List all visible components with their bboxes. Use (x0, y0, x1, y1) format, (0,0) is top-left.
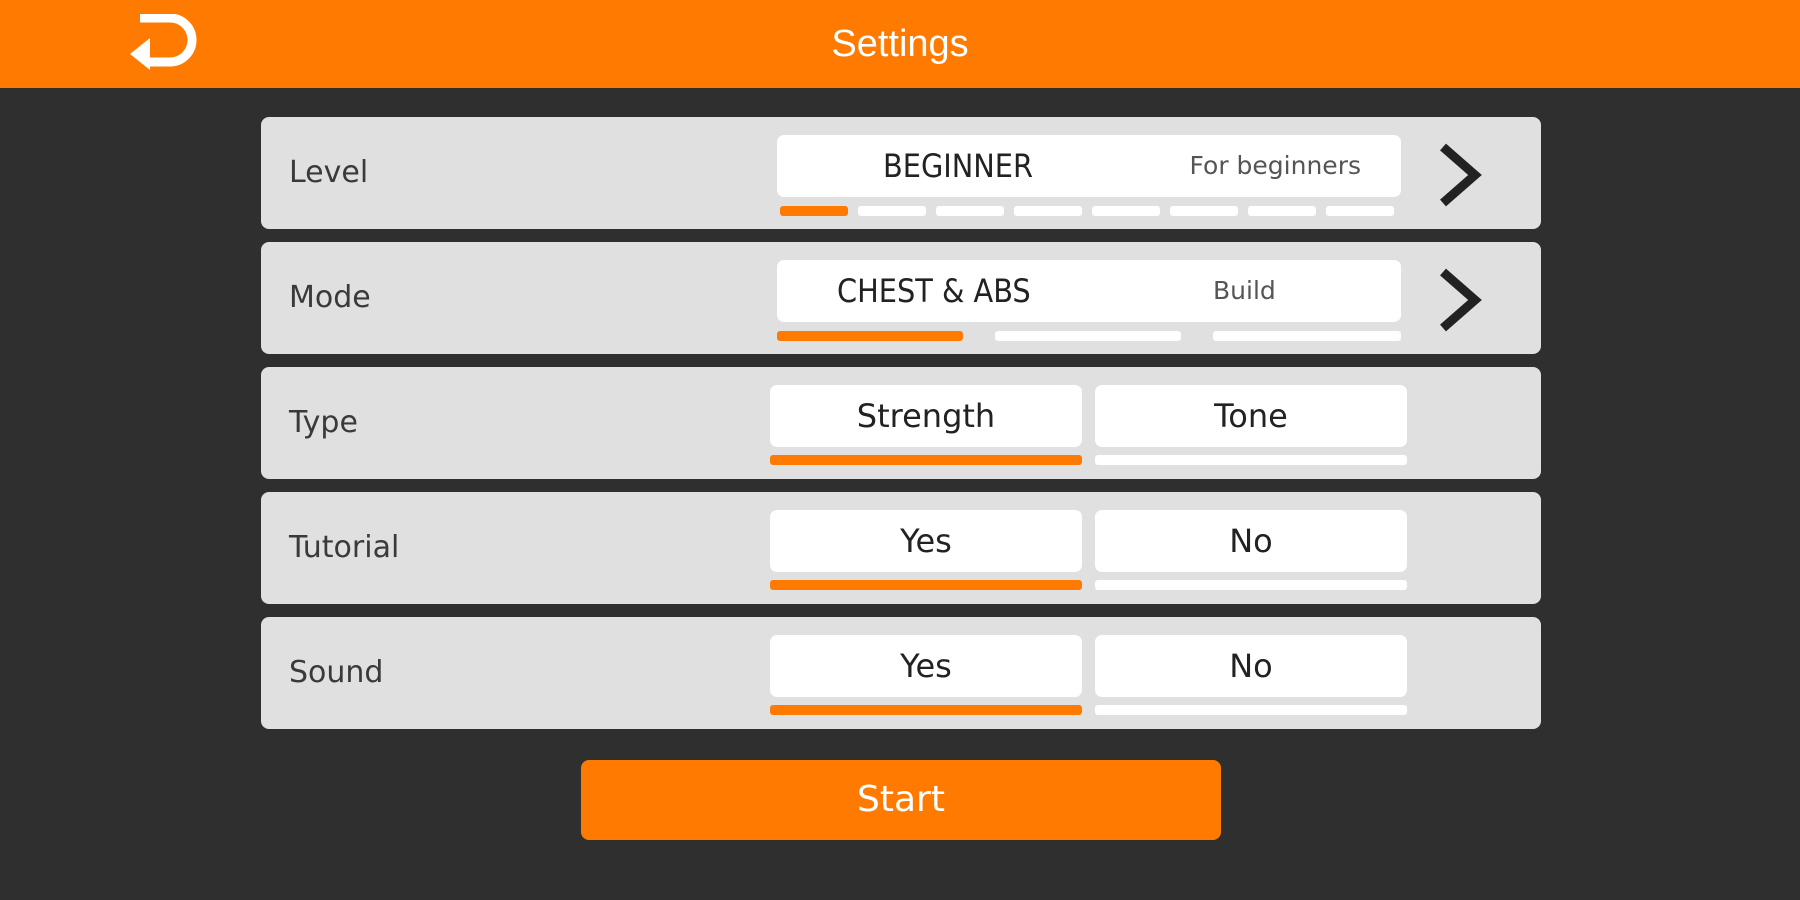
mode-step-2 (995, 331, 1181, 341)
level-label: Level (289, 155, 369, 190)
start-button[interactable]: Start (581, 760, 1221, 840)
sound-option-yes[interactable]: Yes (770, 635, 1082, 697)
tutorial-label: Tutorial (289, 530, 400, 565)
level-step-1 (780, 206, 848, 216)
level-next-button[interactable] (1433, 143, 1489, 207)
type-option-strength-indicator (770, 455, 1082, 465)
sound-option-no-indicator (1095, 705, 1407, 715)
return-arrow-icon (130, 14, 197, 70)
type-label: Type (289, 405, 358, 440)
sound-option-yes-indicator (770, 705, 1082, 715)
mode-value: CHEST & ABS (837, 272, 1031, 310)
sound-row: Sound Yes No (261, 617, 1541, 729)
level-description: For beginners (1189, 151, 1361, 180)
chevron-right-icon (1440, 268, 1482, 332)
tutorial-option-yes-indicator (770, 580, 1082, 590)
level-step-4 (1014, 206, 1082, 216)
tutorial-row: Tutorial Yes No (261, 492, 1541, 604)
mode-selector[interactable]: CHEST & ABS Build (777, 260, 1401, 322)
level-step-8 (1326, 206, 1394, 216)
type-option-strength[interactable]: Strength (770, 385, 1082, 447)
level-value: BEGINNER (883, 147, 1033, 185)
mode-step-3 (1213, 331, 1401, 341)
mode-label: Mode (289, 280, 371, 315)
level-step-5 (1092, 206, 1160, 216)
level-selector[interactable]: BEGINNER For beginners (777, 135, 1401, 197)
mode-row: Mode CHEST & ABS Build (261, 242, 1541, 354)
type-option-tone-indicator (1095, 455, 1407, 465)
level-step-7 (1248, 206, 1316, 216)
tutorial-option-no-indicator (1095, 580, 1407, 590)
level-step-2 (858, 206, 926, 216)
header-bar: Settings (0, 0, 1800, 88)
mode-step-1 (777, 331, 963, 341)
sound-option-no[interactable]: No (1095, 635, 1407, 697)
tutorial-option-yes[interactable]: Yes (770, 510, 1082, 572)
level-row: Level BEGINNER For beginners (261, 117, 1541, 229)
chevron-right-icon (1440, 143, 1482, 207)
back-button[interactable] (126, 14, 200, 74)
level-step-6 (1170, 206, 1238, 216)
tutorial-option-no[interactable]: No (1095, 510, 1407, 572)
mode-next-button[interactable] (1433, 268, 1489, 332)
type-row: Type Strength Tone (261, 367, 1541, 479)
level-step-3 (936, 206, 1004, 216)
mode-description: Build (1213, 276, 1276, 305)
page-title: Settings (831, 23, 969, 65)
type-option-tone[interactable]: Tone (1095, 385, 1407, 447)
sound-label: Sound (289, 655, 384, 690)
